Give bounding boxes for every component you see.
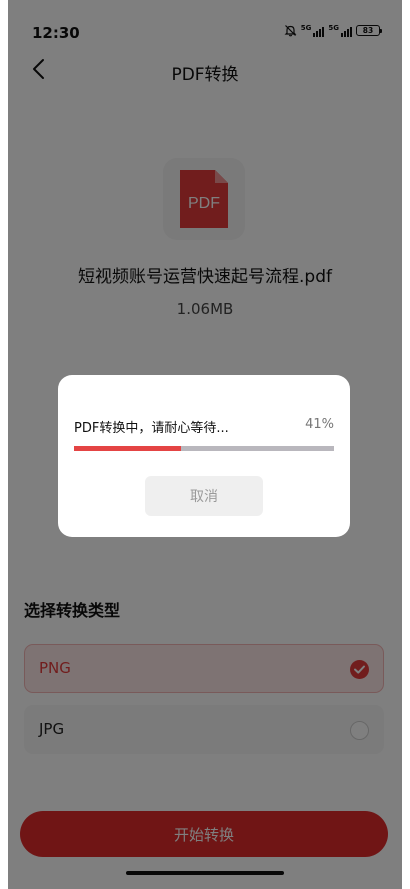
progress-dialog: PDF转换中，请耐心等待... 41% 取消: [58, 375, 350, 537]
cancel-button[interactable]: 取消: [145, 476, 263, 516]
progress-text: PDF转换中，请耐心等待...: [74, 421, 229, 436]
app-screen: 12:30 5G 5G 83 PDF转换: [8, 0, 402, 889]
progress-bar: [74, 446, 334, 451]
progress-fill: [74, 446, 181, 451]
progress-percent: 41%: [305, 417, 334, 432]
